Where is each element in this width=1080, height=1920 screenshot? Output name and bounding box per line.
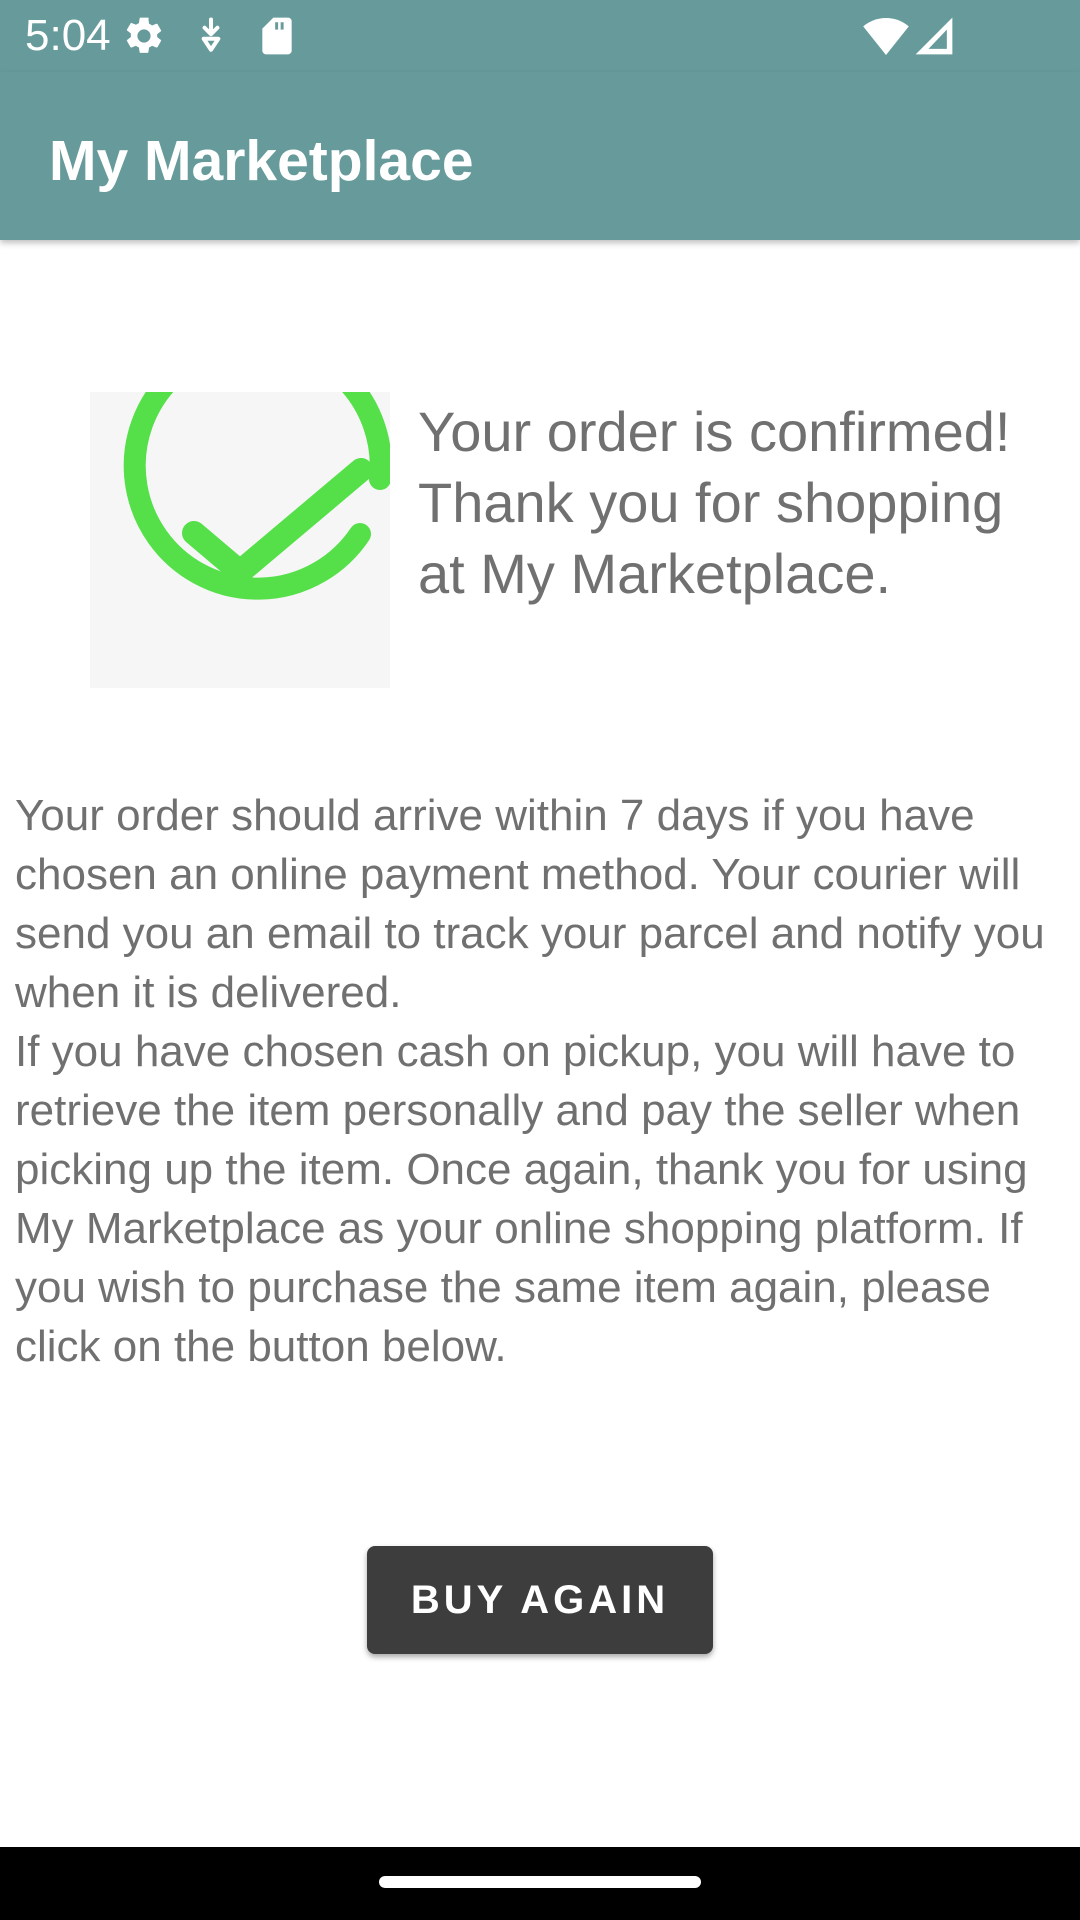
order-confirmed-image bbox=[90, 392, 390, 688]
app-bar: My Marketplace bbox=[0, 72, 1080, 240]
sd-card-icon bbox=[255, 14, 299, 58]
home-gesture-handle[interactable] bbox=[379, 1876, 701, 1888]
check-circle-icon bbox=[123, 392, 390, 600]
status-bar: 5:04 bbox=[0, 0, 1080, 72]
wifi-icon bbox=[862, 12, 910, 60]
settings-gear-icon bbox=[122, 14, 166, 58]
download-notification-icon bbox=[189, 14, 233, 58]
confirmation-message: Your order is confirmed! Thank you for s… bbox=[418, 400, 1011, 605]
buy-again-button[interactable]: BUY AGAIN bbox=[367, 1546, 713, 1654]
status-time: 5:04 bbox=[25, 11, 111, 60]
app-title: My Marketplace bbox=[49, 129, 474, 193]
cell-signal-icon bbox=[912, 14, 956, 58]
pickup-info-paragraph: If you have chosen cash on pickup, you w… bbox=[15, 1027, 1028, 1371]
delivery-info-paragraph: Your order should arrive within 7 days i… bbox=[15, 791, 1045, 1017]
order-details-text: Your order should arrive within 7 days i… bbox=[15, 786, 1073, 1376]
navigation-bar bbox=[0, 1847, 1080, 1920]
